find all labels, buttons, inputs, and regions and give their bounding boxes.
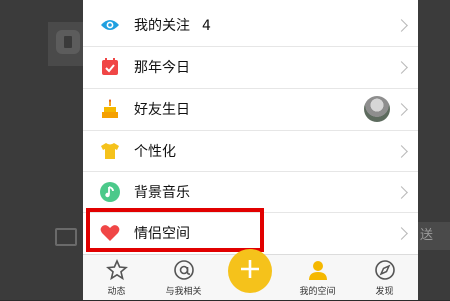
menu-item-label: 个性化 [134,144,176,160]
tab-discover[interactable]: 发现 [351,255,418,301]
tab-label: 动态 [107,287,126,297]
menu-item-label: 情侣空间 [134,226,190,242]
menu-item-personalize[interactable]: 个性化 [83,131,418,171]
person-icon [306,258,330,282]
menu-item-background-music[interactable]: 背景音乐 [83,172,418,212]
bottom-tab-bar: 动态 与我相关 我的空间 发现 [83,249,418,301]
following-count: 4 [202,18,211,34]
chevron-right-icon [395,60,408,74]
menu-item-friend-birthday[interactable]: 好友生日 [83,89,418,129]
menu-item-on-this-day[interactable]: 那年今日 [83,47,418,87]
background-app-icon [56,30,80,54]
chevron-right-icon [395,144,408,158]
tab-label: 与我相关 [165,287,202,297]
background-send-button: 送 [418,222,450,250]
birthday-cake-icon [100,99,120,119]
tshirt-icon [100,141,120,161]
tab-label: 我的空间 [299,287,336,297]
publish-plus-button[interactable] [228,249,272,293]
music-note-icon [100,182,120,202]
tab-label: 发现 [375,287,394,297]
plus-icon [239,258,261,284]
menu-item-couple-space[interactable]: 情侣空间 [83,213,418,253]
friend-avatar [364,96,390,122]
heart-icon [100,223,120,243]
menu-item-following[interactable]: 我的关注 4 [83,5,418,45]
compass-icon [373,258,397,282]
chevron-right-icon [395,102,408,116]
menu-item-label: 背景音乐 [134,185,190,201]
background-app-right [418,0,450,300]
chevron-right-icon [395,18,408,32]
menu-item-label: 我的关注 4 [134,18,211,34]
chevron-right-icon [395,185,408,199]
tab-mentions[interactable]: 与我相关 [150,255,217,301]
calendar-check-icon [100,57,120,77]
eye-icon [100,15,120,35]
at-icon [172,258,196,282]
tab-feed[interactable]: 动态 [83,255,150,301]
menu-item-label: 那年今日 [134,60,190,76]
star-icon [105,258,129,282]
menu-item-label: 好友生日 [134,102,190,118]
chevron-right-icon [395,226,408,240]
folder-icon [55,228,77,246]
tab-my-space[interactable]: 我的空间 [284,255,351,301]
